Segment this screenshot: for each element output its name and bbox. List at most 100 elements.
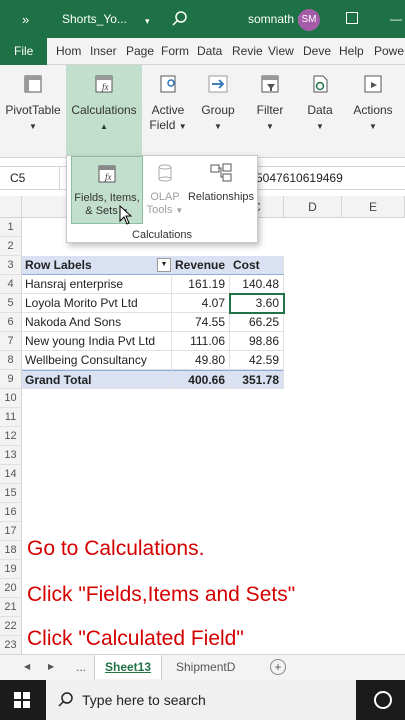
row-header[interactable]: 8 <box>0 351 22 370</box>
row-header[interactable]: 7 <box>0 332 22 351</box>
tab-formulas[interactable]: Form <box>161 38 189 65</box>
row-header[interactable]: 1 <box>0 218 22 237</box>
pivot-row-label[interactable]: Hansraj enterprise <box>22 275 172 294</box>
pivottable-button[interactable]: PivotTable ▼ <box>2 65 64 158</box>
pivot-cost-header[interactable]: Cost <box>230 256 284 275</box>
pivot-revenue-value[interactable]: 161.19 <box>172 275 230 294</box>
row-header[interactable]: 22 <box>0 617 22 636</box>
prev-sheet-icon[interactable]: ◀ <box>24 655 30 679</box>
pivot-revenue-value[interactable]: 49.80 <box>172 351 230 370</box>
tab-developer[interactable]: Deve <box>303 38 331 65</box>
pivot-row-label[interactable]: New young India Pvt Ltd <box>22 332 172 351</box>
relationships-button[interactable]: Relationships <box>185 156 257 224</box>
data-button[interactable]: Data ▼ <box>298 65 342 158</box>
instruction-line-2: Click "Fields,Items and Sets" <box>27 583 296 606</box>
pivot-revenue-value[interactable]: 74.55 <box>172 313 230 332</box>
document-title[interactable]: Shorts_Yo... <box>62 12 127 26</box>
search-icon[interactable] <box>172 11 188 27</box>
group-button[interactable]: Group ▼ <box>194 65 242 158</box>
pivot-grand-total-revenue[interactable]: 400.66 <box>172 370 230 389</box>
sheet-tab-bar: ◀ ▶ ... Sheet13 ShipmentD + <box>0 654 405 680</box>
column-header-d[interactable]: D <box>284 196 342 218</box>
pivot-revenue-value[interactable]: 4.07 <box>172 294 230 313</box>
olap-tools-button[interactable]: OLAP Tools ▼ <box>145 156 185 224</box>
minimize-icon[interactable]: — <box>390 12 402 26</box>
windows-start-icon[interactable] <box>14 692 30 708</box>
row-header[interactable]: 21 <box>0 598 22 617</box>
row-header[interactable]: 19 <box>0 560 22 579</box>
row-header[interactable]: 16 <box>0 503 22 522</box>
actions-icon <box>364 75 382 93</box>
calculations-dropdown: fx Fields, Items,& Sets ▼ OLAPTools ▼ Re… <box>66 155 258 243</box>
sheet-tab-shipment[interactable]: ShipmentD <box>176 655 235 679</box>
pivot-grand-total-label[interactable]: Grand Total <box>22 370 172 389</box>
pivot-row-label[interactable]: Nakoda And Sons <box>22 313 172 332</box>
pivot-cost-value[interactable]: 66.25 <box>230 313 284 332</box>
chevron-down-icon: ▼ <box>175 206 184 215</box>
ribbon: PivotTable ▼ fx Calculations ▲ Active Field… <box>0 65 405 158</box>
name-box[interactable]: C5 <box>0 167 60 189</box>
data-label: Data <box>307 103 333 117</box>
row-header[interactable]: 12 <box>0 427 22 446</box>
avatar[interactable]: SM <box>298 9 320 31</box>
pivot-row-labels-header[interactable]: Row Labels <box>22 256 172 275</box>
tab-file[interactable]: File <box>0 38 48 65</box>
add-sheet-button[interactable]: + <box>270 659 286 675</box>
column-header-e[interactable]: E <box>342 196 405 218</box>
row-header[interactable]: 14 <box>0 465 22 484</box>
row-header[interactable]: 10 <box>0 389 22 408</box>
restore-icon[interactable] <box>346 12 358 24</box>
more-commands-icon[interactable]: » <box>22 12 29 27</box>
active-field-icon <box>160 75 176 93</box>
row-header[interactable]: 11 <box>0 408 22 427</box>
tab-power-pivot[interactable]: Powe <box>374 38 404 65</box>
tab-page-layout[interactable]: Page <box>126 38 154 65</box>
pivot-revenue-header[interactable]: Revenue <box>172 256 230 275</box>
tab-home[interactable]: Hom <box>56 38 81 65</box>
title-bar: » Shorts_Yo... ▾ somnath maji SM — <box>0 0 405 38</box>
tab-insert[interactable]: Inser <box>90 38 117 65</box>
tab-review[interactable]: Revie <box>232 38 263 65</box>
tab-view[interactable]: View <box>268 38 294 65</box>
row-header[interactable]: 23 <box>0 636 22 654</box>
pivot-grand-total-cost[interactable]: 351.78 <box>230 370 284 389</box>
row-header[interactable]: 15 <box>0 484 22 503</box>
olap-cube-icon <box>158 164 172 182</box>
row-header[interactable]: 18 <box>0 541 22 560</box>
pivot-cost-value[interactable]: 42.59 <box>230 351 284 370</box>
active-field-button[interactable]: Active Field ▼ <box>144 65 192 158</box>
title-dropdown-icon[interactable]: ▾ <box>145 16 150 27</box>
row-header[interactable]: 20 <box>0 579 22 598</box>
row-header[interactable]: 9 <box>0 370 22 389</box>
svg-text:fx: fx <box>105 172 112 182</box>
fields-items-sets-label-1: Fields, Items, <box>74 192 140 204</box>
relationships-icon <box>210 163 232 182</box>
row-header[interactable]: 3 <box>0 256 22 275</box>
select-all-corner[interactable] <box>0 196 22 218</box>
pivot-row-label[interactable]: Wellbeing Consultancy <box>22 351 172 370</box>
formula-value[interactable]: 5047610619469 <box>256 167 343 189</box>
row-header[interactable]: 2 <box>0 237 22 256</box>
next-sheet-icon[interactable]: ▶ <box>48 655 54 679</box>
olap-tools-label-1: OLAP <box>150 191 180 203</box>
cortana-icon[interactable] <box>374 691 392 709</box>
tab-data[interactable]: Data <box>197 38 222 65</box>
filter-button[interactable]: Filter ▼ <box>248 65 292 158</box>
row-header[interactable]: 17 <box>0 522 22 541</box>
pivot-revenue-value[interactable]: 111.06 <box>172 332 230 351</box>
taskbar-search-input[interactable]: Type here to search <box>46 680 356 720</box>
tab-help[interactable]: Help <box>339 38 364 65</box>
calculations-button[interactable]: fx Calculations ▲ <box>66 65 142 158</box>
actions-button[interactable]: Actions ▼ <box>348 65 398 158</box>
pivot-cost-value[interactable]: 98.86 <box>230 332 284 351</box>
filter-dropdown-icon[interactable]: ▼ <box>157 258 171 272</box>
sheet-tab-sheet13[interactable]: Sheet13 <box>94 655 162 679</box>
row-header[interactable]: 6 <box>0 313 22 332</box>
more-sheets-button[interactable]: ... <box>76 655 86 679</box>
pivot-row-label[interactable]: Loyola Morito Pvt Ltd <box>22 294 172 313</box>
row-header[interactable]: 5 <box>0 294 22 313</box>
selected-cell-c5[interactable]: 3.60 <box>229 293 285 314</box>
row-header[interactable]: 13 <box>0 446 22 465</box>
row-header[interactable]: 4 <box>0 275 22 294</box>
pivot-cost-value[interactable]: 140.48 <box>230 275 284 294</box>
